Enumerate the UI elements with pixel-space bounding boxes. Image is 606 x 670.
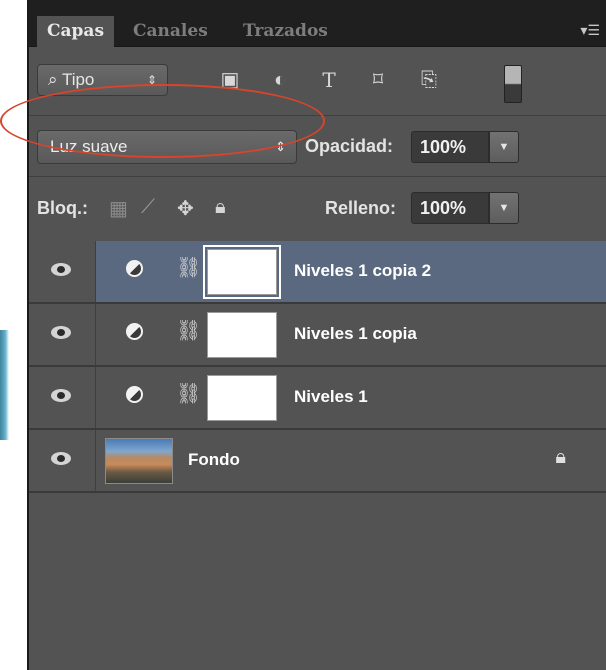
tab-canales[interactable]: Canales <box>123 16 218 46</box>
fill-label: Relleno: <box>325 198 397 218</box>
blend-mode-select[interactable]: Luz suave ⇕ <box>37 130 297 164</box>
layer-mask-thumbnail[interactable] <box>207 312 277 358</box>
link-chain-icon[interactable]: ⛓ <box>176 318 201 342</box>
eye-icon <box>51 452 71 465</box>
eye-icon <box>51 326 71 339</box>
panel-menu-icon[interactable]: ▾☰ <box>580 22 600 39</box>
fill-input[interactable]: 100% <box>411 192 489 224</box>
eye-icon <box>51 263 71 276</box>
opacity-input[interactable]: 100% <box>411 131 489 163</box>
background-artwork <box>0 330 9 440</box>
layer-name[interactable]: Niveles 1 copia 2 <box>294 261 431 281</box>
layer-mask-thumbnail[interactable] <box>207 375 277 421</box>
layers-panel: Capas Canales Trazados ▾☰ ⌕ Tipo ⇕ ▣ ◐ T… <box>27 0 606 670</box>
background-layer-row[interactable]: Fondo 🔒︎ <box>29 430 606 493</box>
filter-toggle-switch[interactable] <box>504 65 522 103</box>
opacity-label: Opacidad: <box>305 136 394 156</box>
layer-row[interactable]: ⛓ Niveles 1 copia 2 <box>29 241 606 304</box>
lock-position-icon[interactable]: ✥ <box>177 196 194 221</box>
tab-trazados[interactable]: Trazados <box>233 16 338 46</box>
filter-type-label: Tipo <box>61 70 95 89</box>
adjustment-layer-icon <box>126 260 143 277</box>
layer-name[interactable]: Niveles 1 <box>294 387 368 407</box>
blend-mode-value: Luz suave <box>50 137 128 156</box>
link-chain-icon[interactable]: ⛓ <box>176 381 201 405</box>
adjustment-filter-icon[interactable]: ◐ <box>265 65 295 95</box>
image-filter-icon[interactable]: ▣ <box>215 65 245 95</box>
link-chain-icon[interactable]: ⛓ <box>176 255 201 279</box>
panel-body: ⌕ Tipo ⇕ ▣ ◐ T ⌑ ⎘ Luz suave ⇕ Opacidad:… <box>29 47 606 670</box>
layer-content[interactable]: ⛓ Niveles 1 copia <box>96 304 606 365</box>
tab-capas[interactable]: Capas <box>37 16 115 47</box>
select-arrows-icon: ⇕ <box>146 73 157 87</box>
layer-content[interactable]: Fondo 🔒︎ <box>96 430 606 491</box>
lock-row: Bloq.: ▦ ⟋ ✥ 🔒︎ Relleno: 100% ▼ <box>29 177 606 239</box>
layer-row[interactable]: ⛓ Niveles 1 copia <box>29 304 606 367</box>
smartobject-filter-icon[interactable]: ⎘ <box>414 65 444 95</box>
layer-content[interactable]: ⛓ Niveles 1 <box>96 367 606 428</box>
layer-name[interactable]: Niveles 1 copia <box>294 324 417 344</box>
visibility-toggle[interactable] <box>29 367 96 428</box>
panel-tab-bar: Capas Canales Trazados ▾☰ <box>29 0 606 47</box>
layer-name[interactable]: Fondo <box>188 450 240 470</box>
adjustment-layer-icon <box>126 386 143 403</box>
layer-image-thumbnail[interactable] <box>105 438 173 484</box>
layer-mask-thumbnail[interactable] <box>203 245 281 299</box>
layer-content[interactable]: ⛓ Niveles 1 copia 2 <box>96 241 606 302</box>
left-edge-background <box>0 0 27 670</box>
fill-dropdown-button[interactable]: ▼ <box>489 192 519 224</box>
lock-icon: 🔒︎ <box>555 446 566 468</box>
eye-icon <box>51 389 71 402</box>
shape-filter-icon[interactable]: ⌑ <box>363 65 393 95</box>
visibility-toggle[interactable] <box>29 241 96 302</box>
text-filter-icon[interactable]: T <box>314 65 344 95</box>
lock-transparent-pixels-icon[interactable]: ▦ <box>109 196 128 221</box>
adjustment-layer-icon <box>126 323 143 340</box>
lock-all-icon[interactable]: 🔒︎ <box>215 196 226 219</box>
search-icon: ⌕ <box>48 70 62 89</box>
opacity-dropdown-button[interactable]: ▼ <box>489 131 519 163</box>
lock-label: Bloq.: <box>37 198 88 218</box>
filter-row: ⌕ Tipo ⇕ ▣ ◐ T ⌑ ⎘ <box>29 47 606 115</box>
blend-row: Luz suave ⇕ Opacidad: 100% ▼ <box>29 116 606 176</box>
layer-row[interactable]: ⛓ Niveles 1 <box>29 367 606 430</box>
visibility-toggle[interactable] <box>29 430 96 491</box>
select-arrows-icon: ⇕ <box>275 139 286 154</box>
filter-type-select[interactable]: ⌕ Tipo ⇕ <box>37 64 168 96</box>
visibility-toggle[interactable] <box>29 304 96 365</box>
lock-image-pixels-icon[interactable]: ⟋ <box>141 196 155 219</box>
